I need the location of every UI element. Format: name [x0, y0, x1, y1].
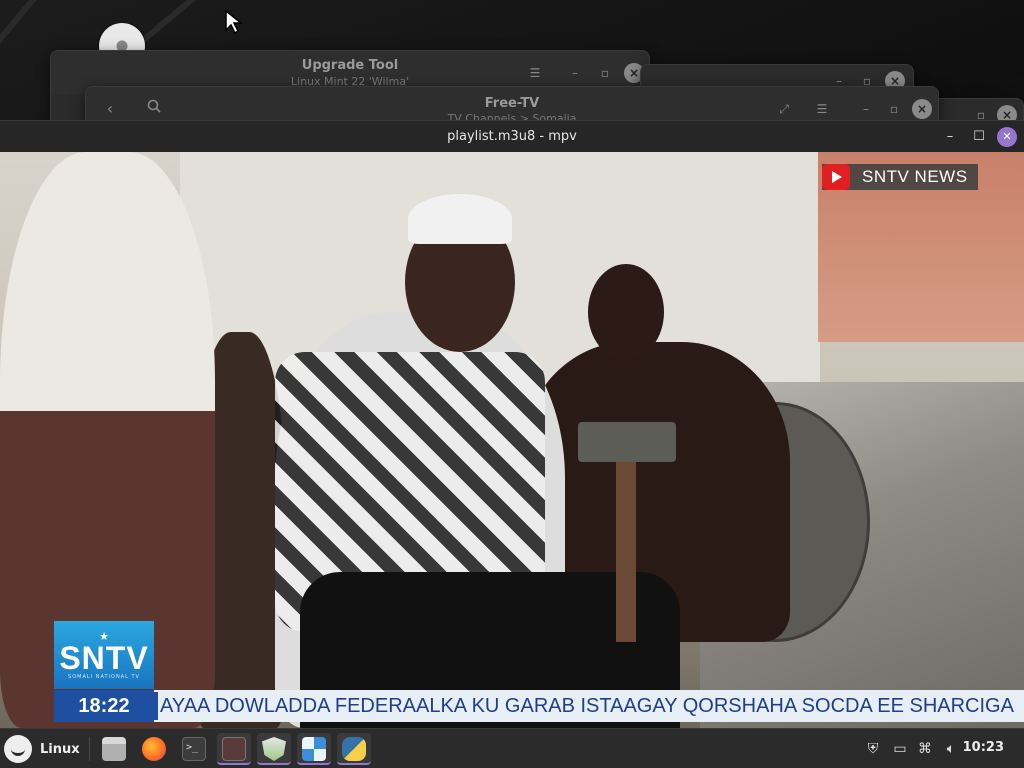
- sntv-logo-text: SNTV: [59, 639, 149, 676]
- taskbar-separator: [89, 737, 90, 761]
- close-icon[interactable]: ×: [912, 99, 932, 119]
- suit-icon: [222, 737, 246, 761]
- sntv-logo-subtext: SOMALI NATIONAL TV: [68, 673, 140, 680]
- window-title: playlist.m3u8 - mpv: [447, 129, 577, 144]
- terminal-launcher[interactable]: >_: [177, 733, 211, 765]
- video-scene-hammer-head: [578, 422, 676, 462]
- maximize-icon[interactable]: ▫: [595, 63, 615, 83]
- video-scene-hammer-shaft: [616, 452, 636, 642]
- mpv-titlebar[interactable]: playlist.m3u8 - mpv – ☐ ✕: [0, 120, 1024, 152]
- start-menu-button[interactable]: Linux: [4, 734, 80, 764]
- minimize-icon[interactable]: –: [565, 63, 585, 83]
- video-scene-head: [588, 264, 664, 360]
- python-launcher[interactable]: [337, 733, 371, 765]
- clock[interactable]: 10:23: [963, 740, 1004, 755]
- video-frame[interactable]: SNTV NEWS ★ SNTV SOMALI NATIONAL TV 18:2…: [0, 152, 1024, 728]
- ticker-headline: AYAA DOWLADDA FEDERAALKA KU GARAB ISTAAG…: [160, 695, 1014, 717]
- channel-badge: SNTV NEWS: [822, 164, 978, 190]
- start-menu-label: Linux: [40, 741, 80, 757]
- mpv-window[interactable]: playlist.m3u8 - mpv – ☐ ✕ SNTV NEWS ★ SN…: [0, 120, 1024, 728]
- firefox-icon: [142, 737, 166, 761]
- video-scene-cap: [408, 194, 512, 244]
- folder-icon: [102, 737, 126, 761]
- mintupdate-launcher[interactable]: [257, 733, 291, 765]
- python-icon: [342, 737, 366, 761]
- free-tv-launcher[interactable]: [297, 733, 331, 765]
- update-manager-dark-launcher[interactable]: [217, 733, 251, 765]
- hamburger-menu-icon[interactable]: ☰: [812, 99, 832, 119]
- window-title: Free-TV: [484, 96, 540, 111]
- network-tray-icon[interactable]: ⌘: [915, 739, 935, 759]
- shield-tray-icon[interactable]: ⛨: [863, 739, 883, 759]
- minimize-icon[interactable]: –: [856, 99, 876, 119]
- youtube-icon: [822, 164, 850, 190]
- terminal-icon: >_: [182, 737, 206, 761]
- fullscreen-icon[interactable]: ⤢: [774, 99, 794, 119]
- display-tray-icon[interactable]: ▭: [890, 739, 910, 759]
- close-icon[interactable]: ✕: [997, 127, 1017, 147]
- ticker-separator: [154, 692, 158, 720]
- hamburger-menu-icon[interactable]: ☰: [525, 63, 545, 83]
- sntv-logo: ★ SNTV SOMALI NATIONAL TV: [54, 621, 154, 689]
- taskbar: Linux >_ ⛨ ▭ ⌘ 🔈︎ 10:23: [0, 728, 1024, 768]
- files-launcher[interactable]: [97, 733, 131, 765]
- firefox-launcher[interactable]: [137, 733, 171, 765]
- window-title: Upgrade Tool: [301, 58, 399, 73]
- ticker-time: 18:22: [54, 690, 154, 722]
- minimize-icon[interactable]: –: [940, 127, 960, 147]
- maximize-icon[interactable]: ▫: [884, 99, 904, 119]
- free-tv-icon: [302, 737, 326, 761]
- volume-tray-icon[interactable]: 🔈︎: [941, 739, 961, 759]
- linux-mint-logo-icon: [4, 735, 32, 763]
- maximize-icon[interactable]: ☐: [969, 127, 989, 147]
- shield-icon: [262, 737, 286, 761]
- channel-badge-text: SNTV NEWS: [862, 167, 968, 186]
